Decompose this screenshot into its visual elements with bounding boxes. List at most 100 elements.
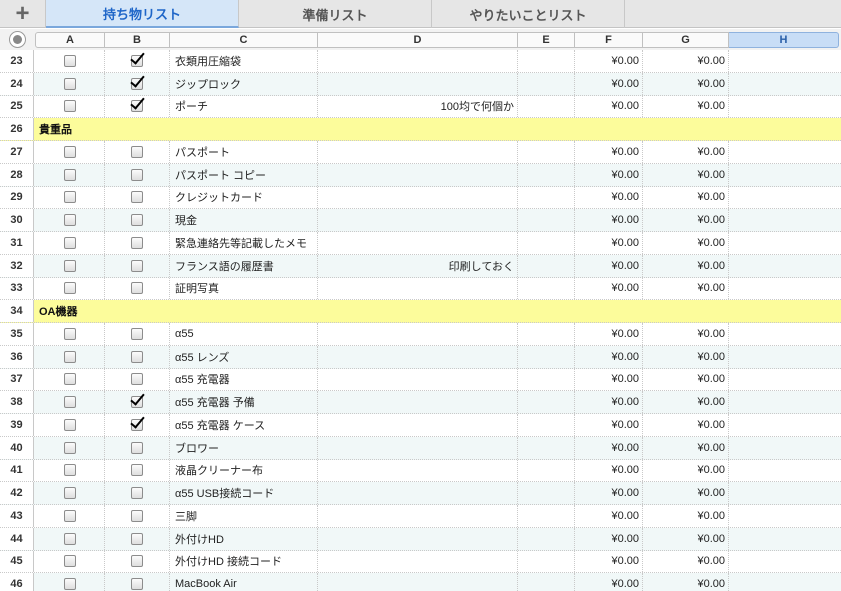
price-cell-g[interactable]: ¥0.00 <box>643 323 729 345</box>
cell-h[interactable] <box>729 437 841 459</box>
note-cell[interactable]: 印刷しておく <box>318 254 518 277</box>
cell-e[interactable] <box>518 414 575 436</box>
cell-e[interactable] <box>518 436 575 459</box>
row-number[interactable]: 36 <box>0 345 34 368</box>
cell-h[interactable] <box>729 346 841 368</box>
price-cell-g[interactable]: ¥0.00 <box>643 368 729 391</box>
cell-e[interactable] <box>518 209 575 231</box>
checkbox-b[interactable] <box>131 54 143 67</box>
row-number[interactable]: 42 <box>0 482 34 504</box>
checkbox-a[interactable] <box>63 145 76 158</box>
checkbox-b[interactable] <box>131 532 143 545</box>
price-cell-f[interactable]: ¥0.00 <box>575 459 643 482</box>
checkbox-b[interactable] <box>131 77 143 90</box>
note-cell[interactable] <box>318 573 518 591</box>
checkbox-b[interactable] <box>131 441 143 454</box>
note-cell[interactable] <box>318 482 518 504</box>
price-cell-g[interactable]: ¥0.00 <box>643 436 729 459</box>
checkbox-a[interactable] <box>63 77 76 90</box>
checkbox-b[interactable] <box>131 100 143 113</box>
cell-h[interactable] <box>729 551 841 573</box>
checkbox-a[interactable] <box>63 441 76 454</box>
cell-e[interactable] <box>518 505 575 527</box>
note-cell[interactable] <box>318 72 518 95</box>
item-name-cell[interactable]: 現金 <box>170 209 318 231</box>
price-cell-g[interactable]: ¥0.00 <box>643 505 729 527</box>
price-cell-g[interactable]: ¥0.00 <box>643 95 729 118</box>
price-cell-f[interactable]: ¥0.00 <box>575 141 643 163</box>
checkbox-a[interactable] <box>63 214 76 227</box>
item-name-cell[interactable]: MacBook Air <box>170 573 318 591</box>
column-header-g[interactable]: G <box>643 32 729 48</box>
checkbox-b[interactable] <box>131 396 143 409</box>
row-number[interactable]: 30 <box>0 209 34 231</box>
price-cell-f[interactable]: ¥0.00 <box>575 482 643 504</box>
checkbox-b[interactable] <box>131 145 143 158</box>
cell-h[interactable] <box>729 141 841 163</box>
row-number[interactable]: 23 <box>0 50 34 72</box>
row-number[interactable]: 45 <box>0 550 34 573</box>
price-cell-g[interactable]: ¥0.00 <box>643 527 729 550</box>
row-number[interactable]: 25 <box>0 95 34 118</box>
checkbox-a[interactable] <box>63 418 76 431</box>
column-header-b[interactable]: B <box>105 32 170 48</box>
price-cell-f[interactable]: ¥0.00 <box>575 50 643 72</box>
cell-e[interactable] <box>518 573 575 591</box>
price-cell-f[interactable]: ¥0.00 <box>575 573 643 591</box>
checkbox-a[interactable] <box>63 236 76 249</box>
item-name-cell[interactable]: ジップロック <box>170 72 318 95</box>
price-cell-f[interactable]: ¥0.00 <box>575 414 643 436</box>
price-cell-f[interactable]: ¥0.00 <box>575 391 643 413</box>
cell-h[interactable] <box>729 255 841 277</box>
checkbox-a[interactable] <box>63 464 76 477</box>
checkbox-b[interactable] <box>131 555 143 568</box>
price-cell-g[interactable]: ¥0.00 <box>643 72 729 95</box>
cell-h[interactable] <box>729 323 841 345</box>
row-number[interactable]: 24 <box>0 72 34 95</box>
note-cell[interactable] <box>318 505 518 527</box>
cell-h[interactable] <box>729 505 841 527</box>
checkbox-a[interactable] <box>63 555 76 568</box>
cell-h[interactable] <box>729 187 841 209</box>
price-cell-g[interactable]: ¥0.00 <box>643 482 729 504</box>
cell-h[interactable] <box>729 391 841 413</box>
checkbox-b[interactable] <box>131 578 143 591</box>
row-number[interactable]: 27 <box>0 141 34 163</box>
cell-e[interactable] <box>518 277 575 300</box>
row-number[interactable]: 33 <box>0 277 34 300</box>
item-name-cell[interactable]: 衣類用圧縮袋 <box>170 50 318 72</box>
cell-h[interactable] <box>729 164 841 186</box>
price-cell-f[interactable]: ¥0.00 <box>575 345 643 368</box>
price-cell-f[interactable]: ¥0.00 <box>575 209 643 231</box>
cell-h[interactable] <box>729 278 841 300</box>
price-cell-g[interactable]: ¥0.00 <box>643 141 729 163</box>
cell-h[interactable] <box>729 528 841 550</box>
row-number[interactable]: 32 <box>0 254 34 277</box>
checkbox-a[interactable] <box>63 191 76 204</box>
checkbox-a[interactable] <box>63 532 76 545</box>
cell-e[interactable] <box>518 459 575 482</box>
column-header-f[interactable]: F <box>575 32 643 48</box>
checkbox-a[interactable] <box>63 168 76 181</box>
note-cell[interactable] <box>318 345 518 368</box>
item-name-cell[interactable]: フランス語の履歴書 <box>170 254 318 277</box>
price-cell-f[interactable]: ¥0.00 <box>575 505 643 527</box>
cell-h[interactable] <box>729 482 841 504</box>
cell-h[interactable] <box>729 369 841 391</box>
column-header-c[interactable]: C <box>170 32 318 48</box>
select-all-corner[interactable] <box>0 29 34 50</box>
cell-h[interactable] <box>729 209 841 231</box>
price-cell-g[interactable]: ¥0.00 <box>643 186 729 209</box>
checkbox-a[interactable] <box>63 54 76 67</box>
item-name-cell[interactable]: 緊急連絡先等記載したメモ <box>170 232 318 254</box>
price-cell-f[interactable]: ¥0.00 <box>575 277 643 300</box>
item-name-cell[interactable]: α55 充電器 予備 <box>170 391 318 413</box>
row-number[interactable]: 43 <box>0 505 34 527</box>
row-number[interactable]: 34 <box>0 300 34 322</box>
note-cell[interactable] <box>318 163 518 186</box>
tab-mochimono-list[interactable]: 持ち物リスト <box>46 0 239 28</box>
item-name-cell[interactable]: パスポート コピー <box>170 163 318 186</box>
cell-e[interactable] <box>518 391 575 413</box>
row-number[interactable]: 35 <box>0 323 34 345</box>
checkbox-a[interactable] <box>63 282 76 295</box>
